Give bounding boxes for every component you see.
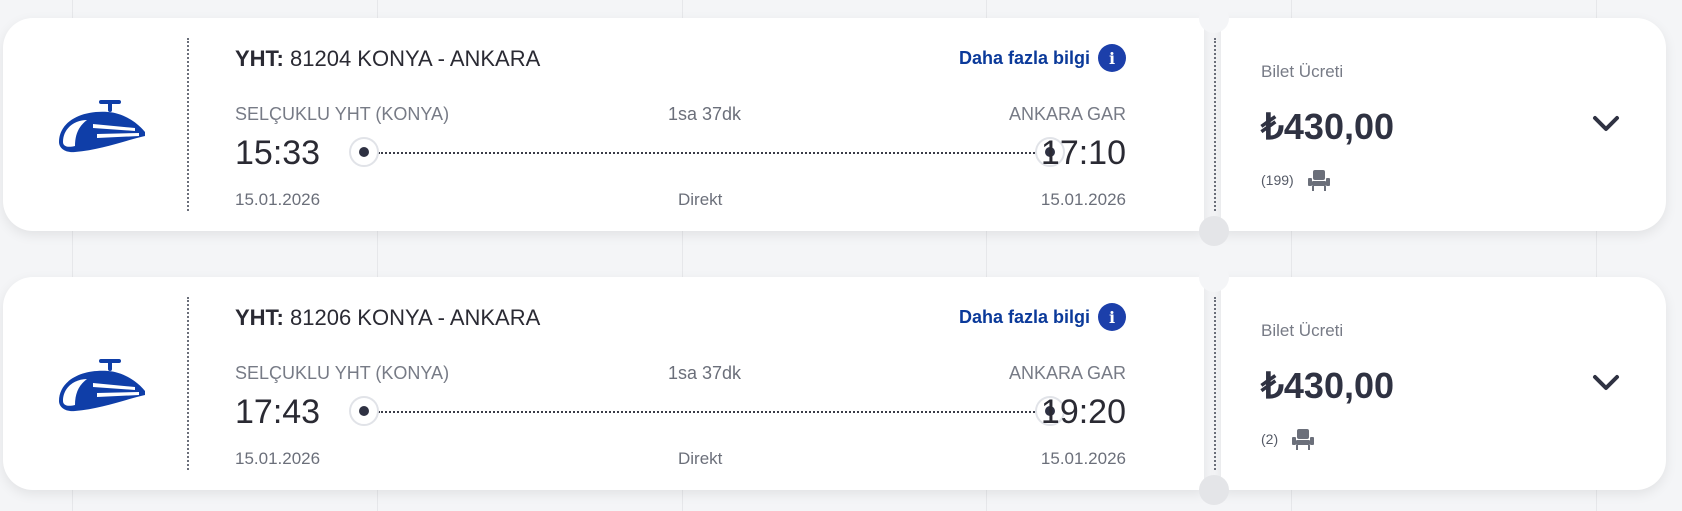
ticket-notch: [1199, 216, 1229, 246]
ticket-divider: [1214, 38, 1216, 211]
arrival-time: 19:20: [1040, 393, 1126, 431]
seat-icon: [1307, 170, 1330, 191]
trip-duration: 1sa 37dk: [668, 104, 742, 124]
seat-availability: (2): [1261, 427, 1316, 451]
chevron-down-icon[interactable]: [1591, 373, 1621, 393]
more-info-link[interactable]: Daha fazla bilgi i: [959, 44, 1126, 72]
fare-label: Bilet Ücreti: [1261, 321, 1344, 340]
arrival-station: ANKARA GAR: [1008, 104, 1126, 124]
high-speed-train-icon: [59, 100, 145, 153]
trip-duration: 1sa 37dk: [668, 363, 742, 383]
journey-details-panel: YHT: 81206 KONYA - ANKARA Daha fazla bil…: [3, 277, 1216, 490]
high-speed-train-icon: [59, 359, 145, 412]
chevron-down-icon[interactable]: [1591, 114, 1621, 134]
route-line: [378, 152, 1050, 154]
departure-dot-icon: [349, 137, 379, 167]
journey-details-panel: YHT: 81204 KONYA - ANKARA Daha fazla bil…: [3, 18, 1216, 231]
info-icon[interactable]: i: [1098, 44, 1126, 72]
seat-icon: [1292, 429, 1315, 450]
fare-price: ₺430,00: [1261, 365, 1395, 406]
departure-time: 15:33: [235, 134, 321, 172]
route-line: [378, 411, 1050, 413]
train-type: YHT:: [235, 46, 284, 71]
ticket-notch: [1199, 3, 1229, 33]
ticket-notch: [1199, 262, 1229, 292]
arrival-date: 15.01.2026: [1040, 190, 1126, 209]
departure-station: SELÇUKLU YHT (KONYA): [235, 363, 450, 383]
connection-type: Direkt: [678, 449, 723, 468]
arrival-time: 17:10: [1040, 134, 1126, 172]
connection-type: Direkt: [678, 190, 723, 209]
route-label: 81204 KONYA - ANKARA: [290, 46, 541, 71]
journey-card[interactable]: YHT: 81206 KONYA - ANKARA Daha fazla bil…: [3, 262, 1666, 505]
info-icon[interactable]: i: [1098, 303, 1126, 331]
fare-price: ₺430,00: [1261, 106, 1395, 147]
train-title: YHT: 81204 KONYA - ANKARA: [235, 46, 540, 72]
fare-label: Bilet Ücreti: [1261, 62, 1344, 81]
journey-card[interactable]: YHT: 81204 KONYA - ANKARA Daha fazla bil…: [3, 3, 1666, 246]
more-info-label[interactable]: Daha fazla bilgi: [959, 307, 1090, 328]
arrival-date: 15.01.2026: [1040, 449, 1126, 468]
seat-availability: (199): [1261, 168, 1332, 192]
more-info-label[interactable]: Daha fazla bilgi: [959, 48, 1090, 69]
departure-date: 15.01.2026: [235, 190, 321, 209]
departure-time: 17:43: [235, 393, 321, 431]
departure-station: SELÇUKLU YHT (KONYA): [235, 104, 450, 124]
ticket-divider: [1214, 297, 1216, 470]
more-info-link[interactable]: Daha fazla bilgi i: [959, 303, 1126, 331]
departure-dot-icon: [349, 396, 379, 426]
arrival-station: ANKARA GAR: [1008, 363, 1126, 383]
ticket-divider: [187, 297, 189, 470]
ticket-divider: [187, 38, 189, 211]
ticket-notch: [1199, 475, 1229, 505]
seat-count: (2): [1261, 431, 1279, 447]
seat-count: (199): [1261, 172, 1294, 188]
fare-panel[interactable]: Bilet Ücreti ₺430,00 (199): [1221, 18, 1666, 231]
train-type: YHT:: [235, 305, 284, 330]
departure-date: 15.01.2026: [235, 449, 321, 468]
train-title: YHT: 81206 KONYA - ANKARA: [235, 305, 540, 331]
fare-panel[interactable]: Bilet Ücreti ₺430,00 (2): [1221, 277, 1666, 490]
route-label: 81206 KONYA - ANKARA: [290, 305, 541, 330]
